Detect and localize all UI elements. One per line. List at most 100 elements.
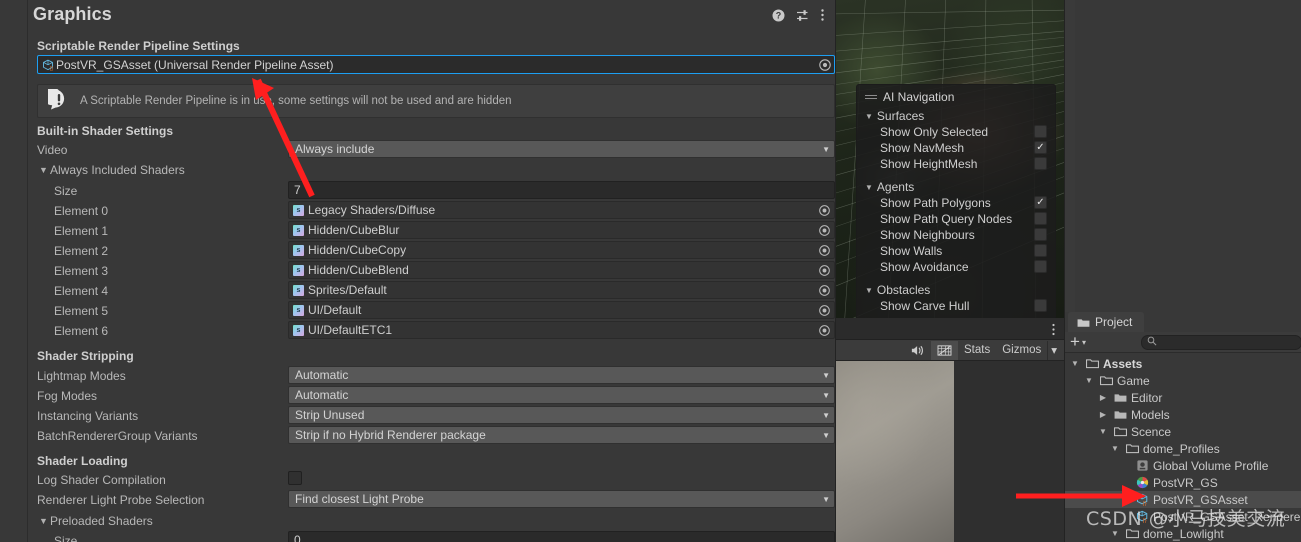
preloaded-shaders-foldout[interactable]: ▼ Preloaded Shaders	[39, 514, 153, 528]
toggle-show-walls[interactable]: Show Walls	[857, 243, 1055, 259]
element-2-field[interactable]: s Hidden/CubeCopy	[288, 241, 835, 259]
checkbox[interactable]	[1034, 157, 1047, 170]
chevron-down-icon[interactable]: ▼	[1097, 427, 1109, 436]
tree-row-postvr-gs[interactable]: PostVR_GS	[1065, 474, 1301, 491]
overlay-group-surfaces[interactable]: ▼ Surfaces	[857, 107, 1055, 124]
tab-project[interactable]: Project	[1068, 312, 1145, 332]
tree-row-scence[interactable]: ▼ Scence	[1065, 423, 1301, 440]
chevron-down-icon: ▼	[822, 390, 830, 400]
srp-asset-field[interactable]: {} PostVR_GSAsset (Universal Render Pipe…	[37, 55, 835, 74]
tree-row-dome-profiles[interactable]: ▼ dome_Profiles	[1065, 440, 1301, 457]
checkbox[interactable]	[1034, 299, 1047, 312]
renderer-light-probe-selection-enum-field[interactable]: Find closest Light Probe ▼	[288, 490, 835, 508]
panel-header-icons: ?	[772, 8, 825, 22]
checkbox-checked[interactable]: ✓	[1034, 196, 1047, 209]
tree-row-models[interactable]: ▶ Models	[1065, 406, 1301, 423]
element-4-field[interactable]: s Sprites/Default	[288, 281, 835, 299]
batchrenderergroup-variants-value: Strip if no Hybrid Renderer package	[295, 428, 486, 442]
tree-row-game[interactable]: ▼ Game	[1065, 372, 1301, 389]
video-label: Video	[37, 143, 68, 157]
folder-open-icon	[1099, 374, 1113, 388]
checkbox[interactable]	[1034, 260, 1047, 273]
element-0-value: Legacy Shaders/Diffuse	[308, 203, 436, 217]
overlay-group-agents[interactable]: ▼ Agents	[857, 178, 1055, 195]
srp-warning-box: A Scriptable Render Pipeline is in use, …	[37, 84, 835, 118]
chevron-down-icon: ▾	[1081, 337, 1086, 347]
toggle-label: Show Only Selected	[880, 125, 989, 139]
element-3-value: Hidden/CubeBlend	[308, 263, 409, 277]
scene-view[interactable]: AI Navigation ▼ Surfaces Show Only Selec…	[836, 0, 1064, 318]
toggle-show-neighbours[interactable]: Show Neighbours	[857, 227, 1055, 243]
checkbox[interactable]	[1034, 244, 1047, 257]
game-render-wall-surface	[836, 361, 954, 542]
object-picker-icon[interactable]	[818, 204, 831, 217]
preloaded-size-field[interactable]: 0	[288, 531, 835, 542]
element-3-field[interactable]: s Hidden/CubeBlend	[288, 261, 835, 279]
toggle-show-path-query-nodes[interactable]: Show Path Query Nodes	[857, 211, 1055, 227]
tree-row-label: Editor	[1131, 390, 1163, 405]
kebab-menu-icon[interactable]	[1051, 323, 1056, 339]
chevron-down-icon: ▼	[822, 144, 830, 154]
chevron-right-icon[interactable]: ▶	[1097, 393, 1109, 402]
video-enum-field[interactable]: Always include ▼	[288, 140, 835, 158]
element-1-field[interactable]: s Hidden/CubeBlur	[288, 221, 835, 239]
toggle-show-heightmesh[interactable]: Show HeightMesh	[857, 156, 1055, 172]
object-picker-icon[interactable]	[818, 224, 831, 237]
overlay-group-obstacles[interactable]: ▼ Obstacles	[857, 281, 1055, 298]
checkbox[interactable]	[1034, 125, 1047, 138]
overlay-title-bar[interactable]: AI Navigation	[857, 89, 1055, 107]
instancing-variants-enum-field[interactable]: Strip Unused ▼	[288, 406, 835, 424]
checkbox[interactable]	[1034, 228, 1047, 241]
svg-text:?: ?	[776, 10, 782, 20]
object-picker-icon[interactable]	[818, 324, 831, 337]
chevron-down-icon[interactable]: ▼	[1083, 376, 1095, 385]
checkbox[interactable]	[1034, 212, 1047, 225]
object-picker-icon[interactable]	[818, 58, 832, 72]
shader-stripping-section-label: Shader Stripping	[37, 349, 134, 363]
object-picker-icon[interactable]	[818, 304, 831, 317]
right-dock-empty-area	[1064, 0, 1301, 312]
kebab-menu-icon[interactable]	[820, 8, 825, 22]
toggle-label: Show Carve Hull	[880, 299, 970, 313]
search-input[interactable]	[1141, 335, 1301, 350]
add-asset-button[interactable]: + ▾	[1065, 333, 1086, 350]
toggle-show-only-selected[interactable]: Show Only Selected	[857, 124, 1055, 140]
game-view[interactable]: Stats Gizmos ▾	[836, 318, 1064, 542]
element-6-field[interactable]: s UI/DefaultETC1	[288, 321, 835, 339]
chevron-down-icon: ▼	[39, 516, 48, 526]
object-picker-icon[interactable]	[818, 244, 831, 257]
mute-audio-button[interactable]	[904, 341, 931, 360]
log-shader-compilation-checkbox[interactable]	[288, 471, 302, 485]
gizmos-button[interactable]: Gizmos	[996, 341, 1047, 360]
object-picker-icon[interactable]	[818, 264, 831, 277]
chevron-down-icon[interactable]: ▼	[1069, 359, 1081, 368]
lightmap-modes-enum-field[interactable]: Automatic ▼	[288, 366, 835, 384]
tree-row-editor[interactable]: ▶ Editor	[1065, 389, 1301, 406]
project-toolbar: + ▾	[1065, 332, 1301, 353]
element-5-field[interactable]: s UI/Default	[288, 301, 835, 319]
shader-loading-section-label: Shader Loading	[37, 454, 128, 468]
object-picker-icon[interactable]	[818, 284, 831, 297]
chevron-right-icon[interactable]: ▶	[1097, 410, 1109, 419]
always-included-shaders-foldout[interactable]: ▼ Always Included Shaders	[39, 163, 185, 177]
size-field[interactable]: 7	[288, 181, 835, 199]
tree-row-assets[interactable]: ▼ Assets	[1065, 355, 1301, 372]
chevron-down-icon[interactable]: ▼	[1109, 444, 1121, 453]
element-4-value: Sprites/Default	[308, 283, 387, 297]
tree-row-global-volume-profile[interactable]: Global Volume Profile	[1065, 457, 1301, 474]
toggle-show-avoidance[interactable]: Show Avoidance	[857, 259, 1055, 275]
toggle-show-carve-hull[interactable]: Show Carve Hull	[857, 298, 1055, 314]
preset-icon[interactable]	[796, 9, 809, 22]
help-icon[interactable]: ?	[772, 9, 785, 22]
stats-button[interactable]: Stats	[958, 341, 996, 360]
batchrenderergroup-variants-enum-field[interactable]: Strip if no Hybrid Renderer package ▼	[288, 426, 835, 444]
fog-modes-enum-field[interactable]: Automatic ▼	[288, 386, 835, 404]
gizmos-dropdown-caret[interactable]: ▾	[1047, 340, 1064, 360]
effects-toggle-button[interactable]	[931, 340, 959, 360]
toggle-show-path-polygons[interactable]: Show Path Polygons ✓	[857, 195, 1055, 211]
checkbox-checked[interactable]: ✓	[1034, 141, 1047, 154]
drag-handle-icon[interactable]	[865, 93, 877, 101]
overlay-title-label: AI Navigation	[883, 90, 955, 104]
toggle-show-navmesh[interactable]: Show NavMesh ✓	[857, 140, 1055, 156]
element-0-field[interactable]: s Legacy Shaders/Diffuse	[288, 201, 835, 219]
